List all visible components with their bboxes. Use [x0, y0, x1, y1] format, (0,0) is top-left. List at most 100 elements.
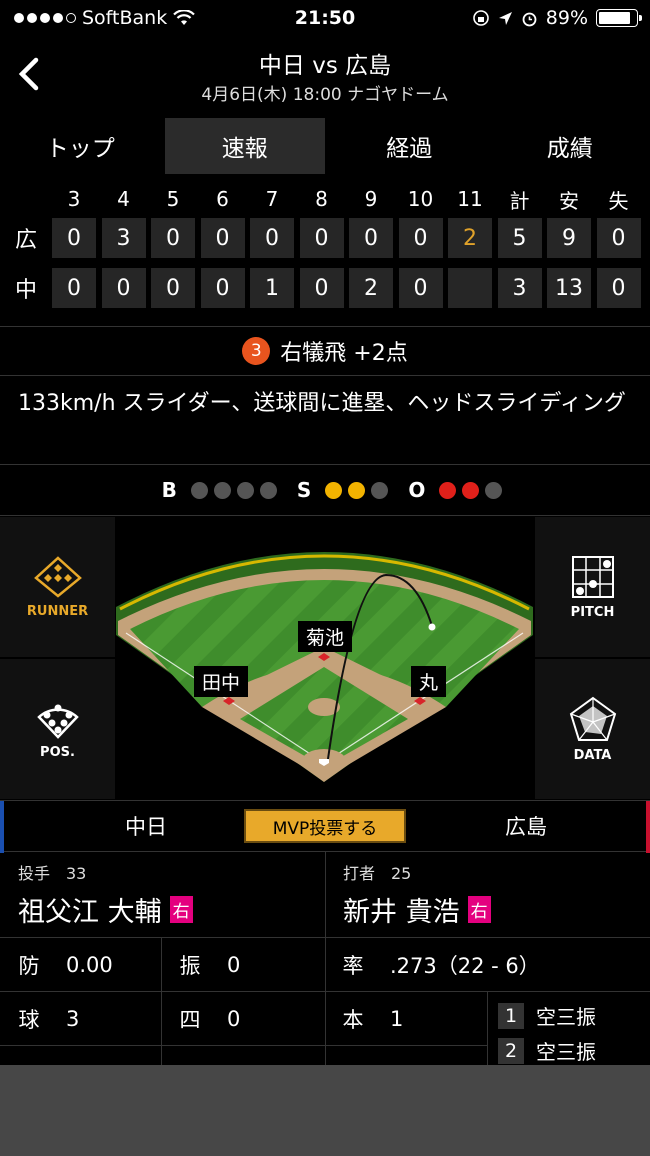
at-bat-text: 空三振: [536, 1040, 596, 1064]
stat-key: 球: [18, 1008, 40, 1032]
ball-count: B S O: [0, 464, 650, 516]
batter-stat-average: 率 .273（22 - 6）: [328, 939, 540, 991]
total-header: 計: [509, 188, 530, 213]
inning-header: 5: [166, 187, 180, 211]
strike-dot: [325, 481, 343, 499]
battery-percent: 89%: [545, 7, 588, 29]
score-total: 3: [497, 268, 542, 308]
position-label: POS.: [40, 744, 75, 760]
battery-icon: [596, 9, 642, 27]
inning-header: 9: [364, 187, 378, 211]
out-dot: [439, 481, 457, 499]
at-bat-result: 1 空三振: [498, 1001, 596, 1030]
score-cell: 0: [250, 218, 294, 258]
strikes-label: S: [296, 478, 312, 502]
score-cell: 0: [200, 218, 245, 258]
score-total: 5: [497, 218, 542, 258]
score-errors: 0: [596, 268, 641, 308]
stat-value: .273（22 - 6）: [390, 954, 540, 978]
stat-value: 0.00: [66, 953, 113, 977]
stat-key: 四: [179, 1008, 201, 1032]
play-result: 3 右犠飛 +2点: [0, 326, 650, 376]
status-bar: SoftBank 21:50 89%: [0, 0, 650, 38]
team-abbrev: 広: [14, 228, 37, 253]
stat-value: 0: [227, 953, 241, 977]
ball-dot: [236, 481, 254, 499]
inning-header: 7: [265, 187, 279, 211]
ball-dot: [190, 481, 208, 499]
pitch-button[interactable]: PITCH: [535, 517, 650, 657]
score-hits: 13: [547, 268, 591, 308]
data-label: DATA: [573, 747, 612, 763]
tab-live[interactable]: 速報: [164, 118, 325, 174]
pitcher-name-row: 祖父江 大輔 右: [18, 890, 193, 929]
at-bat-text: 空三振: [536, 1005, 596, 1029]
batter-name-row: 新井 貴浩 右: [343, 890, 491, 929]
scoreboard-row-home: 中 0 0 0 0 1 0 2 0 3 13 0: [0, 266, 650, 310]
home-team-name: 中日: [125, 815, 167, 839]
stat-key: 本: [342, 1008, 364, 1032]
balls-label: B: [161, 478, 177, 502]
score-cell: 0: [52, 268, 96, 308]
away-team-name: 広島: [505, 815, 547, 839]
fielder-label-rf: 丸: [411, 666, 447, 697]
batter-role: 打者 25: [343, 864, 412, 883]
mvp-vote-button[interactable]: MVP投票する: [244, 809, 406, 843]
out-dot: [462, 481, 480, 499]
stat-key: 防: [18, 954, 40, 978]
score-cell: 0: [52, 218, 96, 258]
fielder-label-cf: 菊池: [298, 621, 353, 652]
play-result-text: 右犠飛 +2点: [280, 341, 408, 366]
score-cell: 0: [151, 268, 195, 308]
away-team-color-bar: [646, 801, 650, 853]
ball-dot: [259, 481, 277, 499]
pitcher-stat-pitches: 球 3: [4, 993, 80, 1045]
tab-progress[interactable]: 経過: [329, 118, 490, 174]
tab-stats[interactable]: 成績: [490, 118, 650, 174]
batter-name: 新井 貴浩: [343, 897, 460, 928]
position-button[interactable]: POS.: [0, 659, 115, 799]
home-team-color-bar: [0, 801, 4, 853]
runner-button[interactable]: RUNNER: [0, 517, 115, 657]
score-cell: 2: [349, 268, 393, 308]
pitch-label: PITCH: [570, 604, 615, 620]
play-description: 133km/h スライダー、送球間に進塁、ヘッドスライディング: [18, 391, 626, 416]
strike-dot: [371, 481, 389, 499]
game-title: 中日 vs 広島: [258, 53, 392, 79]
alarm-icon: [522, 12, 537, 26]
score-errors: 0: [596, 218, 641, 258]
scoreboard-header-row: 3 4 5 6 7 8 9 10 11 計 安 失: [0, 182, 650, 216]
pitcher-stat-strikeouts: 振 0: [165, 939, 241, 991]
location-icon: [498, 11, 512, 25]
stat-value: 1: [390, 1007, 404, 1031]
pitcher-panel[interactable]: 投手 33 祖父江 大輔 右: [18, 860, 193, 929]
score-cell: 3: [101, 218, 146, 258]
ball-dot: [213, 481, 231, 499]
tab-top[interactable]: トップ: [0, 118, 161, 174]
position-icon: [36, 704, 79, 739]
tab-bar: トップ 速報 経過 成績: [0, 118, 650, 174]
at-bat-number: 2: [498, 1037, 524, 1064]
pitcher-hand-badge: 右: [169, 896, 193, 923]
game-subtitle: 4月6日(木) 18:00 ナゴヤドーム: [201, 85, 449, 105]
data-button[interactable]: DATA: [535, 659, 650, 799]
score-hits: 9: [547, 218, 591, 258]
score-cell: 0: [398, 218, 443, 258]
stats-row-divider: [0, 1045, 487, 1046]
score-cell: 0: [299, 268, 344, 308]
stats-col-divider: [161, 938, 162, 1065]
score-cell: 0: [299, 218, 344, 258]
stats-col-divider: [487, 992, 488, 1065]
inning-header: 8: [315, 187, 328, 211]
batter-order-badge: 3: [242, 337, 271, 365]
pitcher-stat-era: 防 0.00: [4, 939, 113, 991]
batter-panel[interactable]: 打者 25 新井 貴浩 右: [343, 860, 491, 929]
scoreboard: 3 4 5 6 7 8 9 10 11 計 安 失 広 0 3 0 0 0 0 …: [0, 182, 650, 316]
stat-key: 率: [342, 954, 364, 978]
player-divider: [325, 852, 326, 938]
radar-chart-icon: [569, 696, 616, 741]
hits-header: 安: [559, 188, 579, 213]
batter-stat-homeruns: 本 1: [328, 993, 404, 1045]
score-cell: [448, 268, 492, 308]
inning-header: 4: [117, 187, 130, 211]
